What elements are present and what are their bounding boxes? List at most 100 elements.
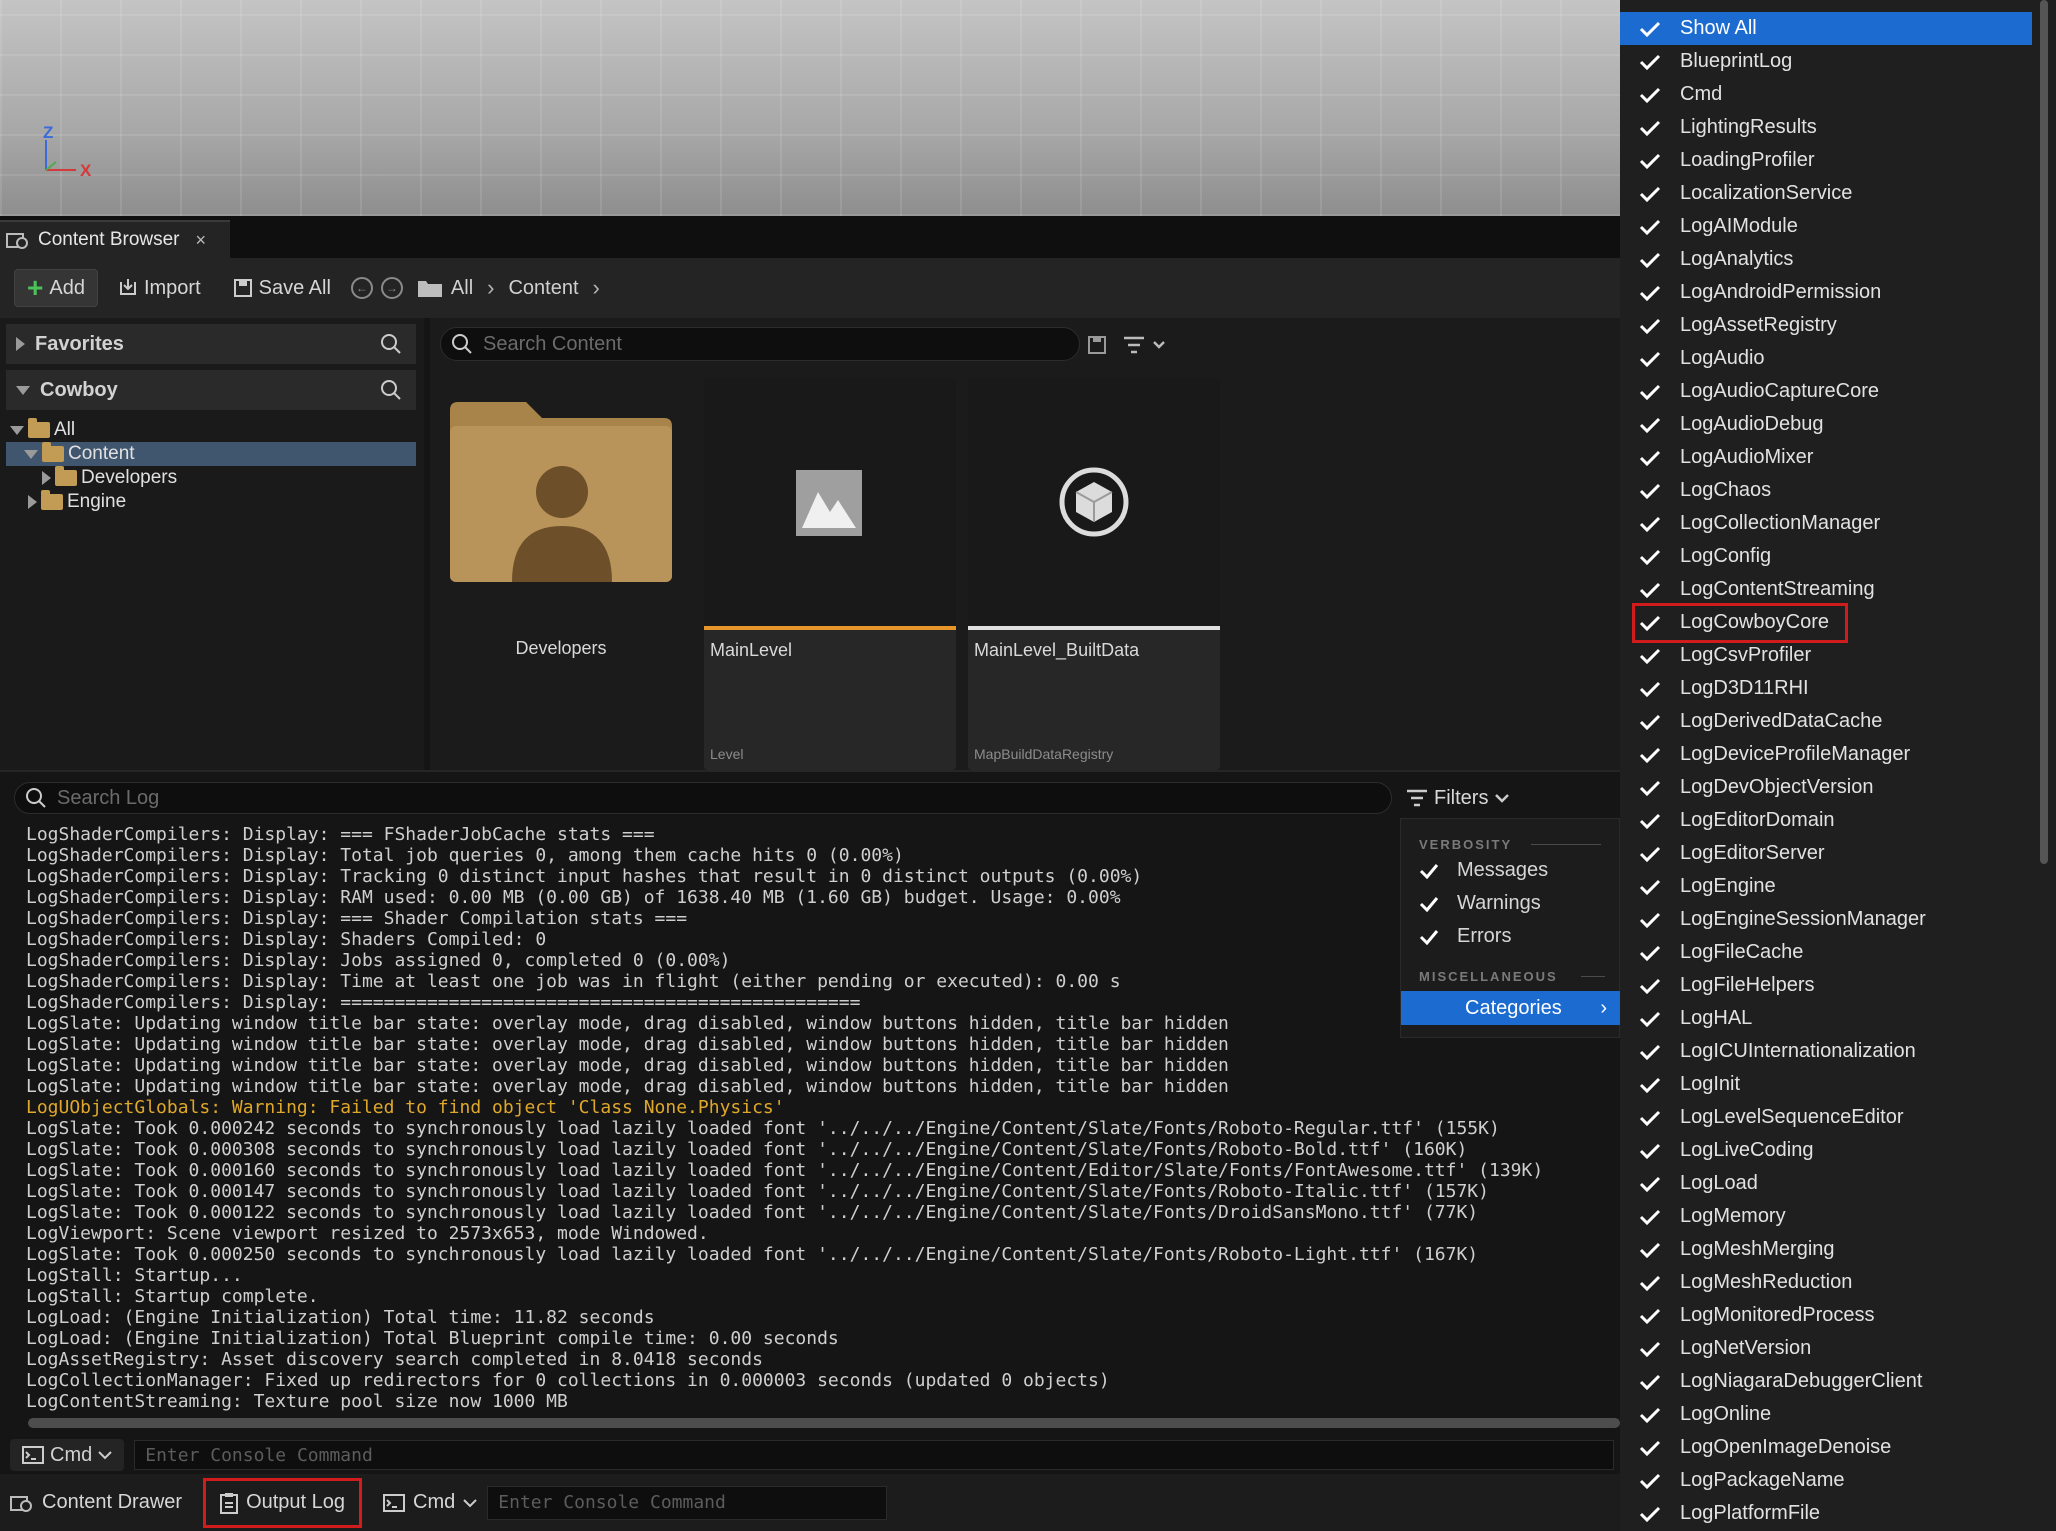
check-icon: [1639, 318, 1661, 334]
log-console-input[interactable]: Enter Console Command: [134, 1440, 1615, 1470]
content-search-input[interactable]: Search Content: [440, 327, 1080, 361]
project-header[interactable]: Cowboy: [6, 370, 416, 410]
save-all-button[interactable]: Save All: [221, 269, 343, 307]
tree-item-engine[interactable]: Engine: [6, 490, 416, 514]
category-item[interactable]: LogDeviceProfileManager: [1620, 738, 2036, 771]
category-item[interactable]: LogFileHelpers: [1620, 969, 2036, 1002]
check-icon: [1639, 945, 1661, 961]
asset-tile-mainlevel[interactable]: MainLevel Level: [704, 378, 956, 770]
category-item[interactable]: LogEngine: [1620, 870, 2036, 903]
cmd-selector[interactable]: Cmd: [373, 1481, 487, 1525]
category-item[interactable]: BlueprintLog: [1620, 45, 2036, 78]
chevron-right-icon[interactable]: ›: [593, 275, 600, 301]
check-icon: [1639, 1473, 1661, 1489]
tree-item-content[interactable]: Content: [6, 442, 416, 466]
plus-icon: +: [27, 272, 44, 303]
category-item[interactable]: LogAndroidPermission: [1620, 276, 2036, 309]
category-item[interactable]: LoadingProfiler: [1620, 144, 2036, 177]
check-icon: [1639, 1110, 1661, 1126]
cmd-selector[interactable]: Cmd: [10, 1439, 125, 1471]
category-label: LogEditorDomain: [1680, 809, 1835, 831]
category-item[interactable]: LogFileCache: [1620, 936, 2036, 969]
categories-menu-item[interactable]: Categories ›: [1401, 991, 1621, 1025]
asset-name: MainLevel: [710, 640, 793, 660]
category-item[interactable]: LogLiveCoding: [1620, 1134, 2036, 1167]
category-item[interactable]: LogAnalytics: [1620, 243, 2036, 276]
category-item[interactable]: LogAudioDebug: [1620, 408, 2036, 441]
category-item[interactable]: LogAudioMixer: [1620, 441, 2036, 474]
import-button[interactable]: Import: [106, 269, 213, 307]
back-icon[interactable]: ←: [350, 277, 373, 299]
content-browser-icon: [10, 1495, 32, 1512]
category-item[interactable]: LogOpenImageDenoise: [1620, 1431, 2036, 1464]
category-item[interactable]: LogCollectionManager: [1620, 507, 2036, 540]
content-drawer-button[interactable]: Content Drawer: [0, 1481, 192, 1525]
categories-scrollbar[interactable]: [2040, 0, 2048, 864]
category-item[interactable]: LogAIModule: [1620, 210, 2036, 243]
asset-tile-mainlevel-builtdata[interactable]: MainLevel_BuiltData MapBuildDataRegistry: [968, 378, 1220, 770]
tab-content-browser[interactable]: Content Browser ×: [0, 220, 230, 258]
category-item[interactable]: LogEngineSessionManager: [1620, 903, 2036, 936]
category-item[interactable]: LogMeshMerging: [1620, 1233, 2036, 1266]
add-button[interactable]: + Add: [14, 269, 98, 307]
category-item[interactable]: LightingResults: [1620, 111, 2036, 144]
category-item[interactable]: LogConfig: [1620, 540, 2036, 573]
forward-icon[interactable]: →: [380, 277, 403, 299]
verbosity-messages[interactable]: Messages: [1419, 859, 1548, 882]
category-item[interactable]: LogLevelSequenceEditor: [1620, 1101, 2036, 1134]
category-item[interactable]: LogEditorDomain: [1620, 804, 2036, 837]
verbosity-errors[interactable]: Errors: [1419, 925, 1511, 948]
category-item[interactable]: LogLoad: [1620, 1167, 2036, 1200]
log-line: LogStall: Startup...: [26, 1265, 243, 1286]
category-item[interactable]: LogNiagaraDebuggerClient: [1620, 1365, 2036, 1398]
breadcrumb-all[interactable]: All: [451, 277, 473, 300]
category-item[interactable]: LogContentStreaming: [1620, 573, 2036, 606]
tree-item-all[interactable]: All: [6, 418, 416, 442]
category-item[interactable]: LogICUInternationalization: [1620, 1035, 2036, 1068]
category-item[interactable]: LogHAL: [1620, 1002, 2036, 1035]
check-icon: [1639, 285, 1661, 301]
category-label: LogContentStreaming: [1680, 578, 1875, 600]
filters-button[interactable]: Filters: [1406, 782, 1510, 814]
console-command-input[interactable]: Enter Console Command: [487, 1485, 888, 1520]
save-search-icon[interactable]: [1088, 336, 1106, 354]
output-log-button[interactable]: Output Log: [203, 1477, 363, 1528]
category-item[interactable]: LogDerivedDataCache: [1620, 705, 2036, 738]
category-item[interactable]: LogDevObjectVersion: [1620, 771, 2036, 804]
log-horizontal-scrollbar[interactable]: [28, 1418, 1620, 1428]
category-item[interactable]: LogOnline: [1620, 1398, 2036, 1431]
category-item[interactable]: LogAssetRegistry: [1620, 309, 2036, 342]
category-item[interactable]: Cmd: [1620, 78, 2036, 111]
favorites-header[interactable]: Favorites: [6, 324, 416, 364]
check-icon: [1639, 1407, 1661, 1423]
category-item[interactable]: LogMemory: [1620, 1200, 2036, 1233]
verbosity-warnings[interactable]: Warnings: [1419, 892, 1541, 915]
level-viewport[interactable]: Z X: [0, 0, 1620, 216]
category-item[interactable]: LocalizationService: [1620, 177, 2036, 210]
category-item[interactable]: LogPlatformFile: [1620, 1497, 2036, 1530]
category-item[interactable]: LogEditorServer: [1620, 837, 2036, 870]
category-item[interactable]: LogChaos: [1620, 474, 2036, 507]
asset-name: MainLevel_BuiltData: [974, 640, 1140, 660]
log-search-input[interactable]: Search Log: [14, 782, 1392, 814]
category-item[interactable]: LogInit: [1620, 1068, 2036, 1101]
category-item[interactable]: LogAudio: [1620, 342, 2036, 375]
category-item[interactable]: LogNetVersion: [1620, 1332, 2036, 1365]
category-item[interactable]: LogMonitoredProcess: [1620, 1299, 2036, 1332]
category-item[interactable]: LogMeshReduction: [1620, 1266, 2036, 1299]
close-icon[interactable]: ×: [196, 230, 207, 251]
search-icon[interactable]: [380, 333, 402, 355]
category-item[interactable]: LogD3D11RHI: [1620, 672, 2036, 705]
chevron-down-icon: [463, 1498, 477, 1507]
breadcrumb-content[interactable]: Content: [508, 277, 578, 300]
tree-item-developers[interactable]: Developers: [6, 466, 416, 490]
category-show-all[interactable]: Show All: [1620, 12, 2032, 45]
category-item[interactable]: LogCsvProfiler: [1620, 639, 2036, 672]
search-icon[interactable]: [380, 379, 402, 401]
category-item[interactable]: LogAudioCaptureCore: [1620, 375, 2036, 408]
asset-tile-developers[interactable]: Developers: [446, 380, 676, 658]
log-line: LogShaderCompilers: Display: Total job q…: [26, 845, 904, 866]
category-label: LogDevObjectVersion: [1680, 776, 1874, 798]
category-item[interactable]: LogPackageName: [1620, 1464, 2036, 1497]
filter-dropdown-icon[interactable]: [1122, 334, 1170, 356]
